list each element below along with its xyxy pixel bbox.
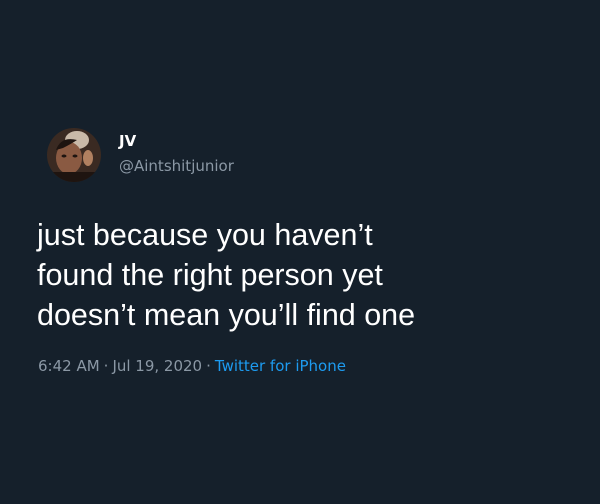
tweet-header: JV @Aintshitjunior <box>47 128 234 182</box>
meta-separator: · <box>103 357 109 375</box>
tweet-text-line: doesn’t mean you’ll find one <box>37 298 416 332</box>
tweet-meta: 6:42 AM · Jul 19, 2020 · Twitter for iPhone <box>38 357 346 375</box>
user-handle[interactable]: @Aintshitjunior <box>119 157 234 175</box>
tweet-text: just because you haven’t found the right… <box>37 215 577 335</box>
tweet-text-line: just because you haven’t <box>37 218 373 252</box>
profile-photo-icon <box>47 128 101 182</box>
display-name[interactable]: JV <box>119 132 234 150</box>
avatar[interactable] <box>47 128 101 182</box>
author-names: JV @Aintshitjunior <box>119 132 234 175</box>
meta-separator: · <box>206 357 211 375</box>
tweet-date[interactable]: Jul 19, 2020 <box>112 357 202 375</box>
tweet-text-line: found the right person yet <box>37 258 383 292</box>
tweet-card: JV @Aintshitjunior just because you have… <box>0 0 600 504</box>
tweet-source-link[interactable]: Twitter for iPhone <box>215 357 346 375</box>
tweet-time[interactable]: 6:42 AM <box>38 357 100 375</box>
